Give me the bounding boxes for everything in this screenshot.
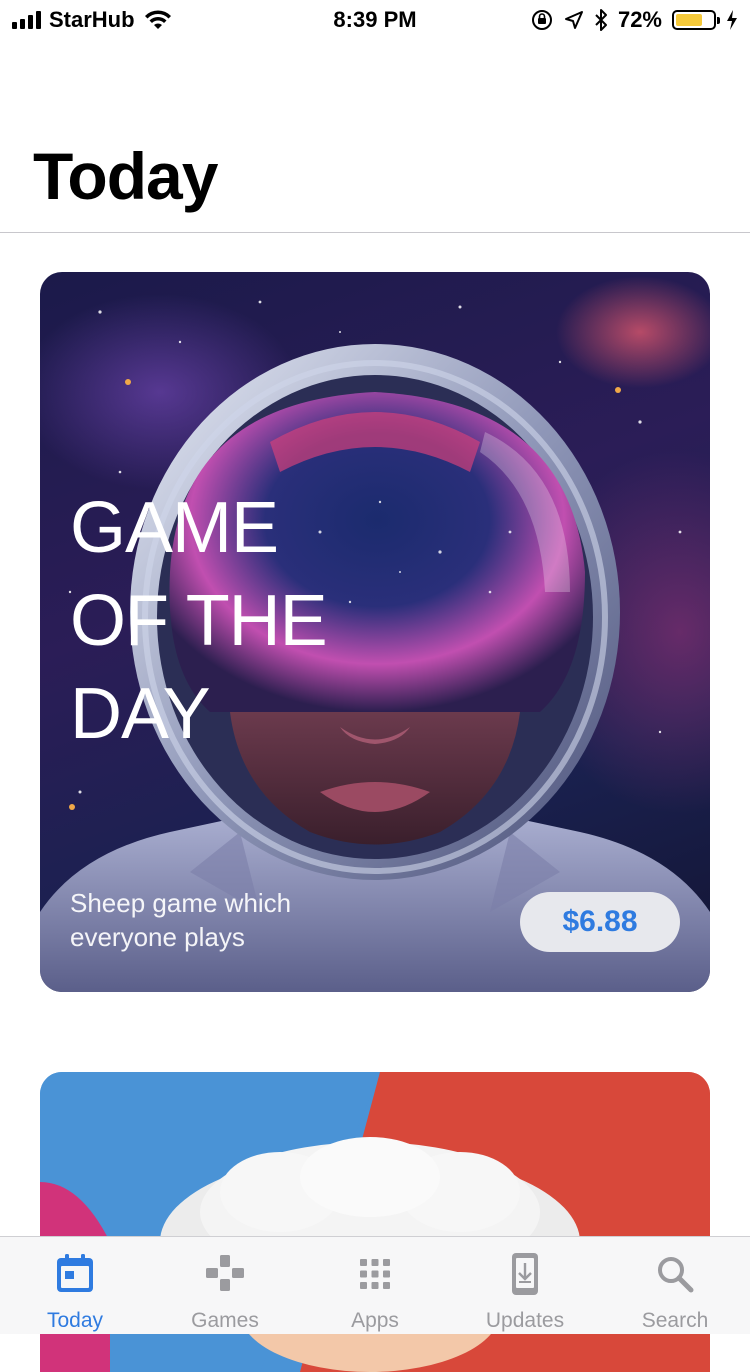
tab-apps[interactable]: Apps	[300, 1237, 450, 1334]
header-divider	[0, 232, 750, 233]
battery-icon	[672, 10, 720, 30]
game-of-the-day-card[interactable]: GAME OF THE DAY Sheep game which everyon…	[40, 272, 710, 992]
tab-today[interactable]: Today	[0, 1237, 150, 1334]
tab-updates[interactable]: Updates	[450, 1237, 600, 1334]
card-heading: GAME OF THE DAY	[70, 488, 328, 754]
battery-percent: 72%	[617, 7, 662, 32]
location-icon	[564, 11, 583, 29]
tab-games[interactable]: Games	[150, 1237, 300, 1334]
tab-bar: Today Games Apps Updates Search	[0, 1236, 750, 1334]
tab-games-label: Games	[191, 1309, 259, 1332]
charging-icon	[727, 10, 737, 30]
page-title: Today	[33, 139, 218, 213]
tab-search-label: Search	[641, 1309, 709, 1332]
orientation-lock-icon	[531, 10, 552, 30]
today-icon	[57, 1254, 93, 1292]
tab-apps-label: Apps	[351, 1309, 399, 1332]
games-icon	[206, 1255, 244, 1291]
updates-icon	[512, 1253, 538, 1295]
tab-updates-label: Updates	[485, 1309, 565, 1332]
tab-search[interactable]: Search	[600, 1237, 750, 1334]
status-bar: StarHub 8:39 PM 72%	[0, 0, 750, 40]
bluetooth-icon	[595, 9, 607, 31]
status-right: 72%	[530, 7, 738, 33]
card-subtitle: Sheep game which everyone plays	[70, 888, 292, 952]
price-button[interactable]: $6.88	[520, 892, 680, 952]
apps-icon	[360, 1259, 390, 1289]
tab-today-label: Today	[46, 1309, 104, 1332]
battery-fill	[676, 14, 702, 26]
search-icon	[658, 1257, 694, 1293]
